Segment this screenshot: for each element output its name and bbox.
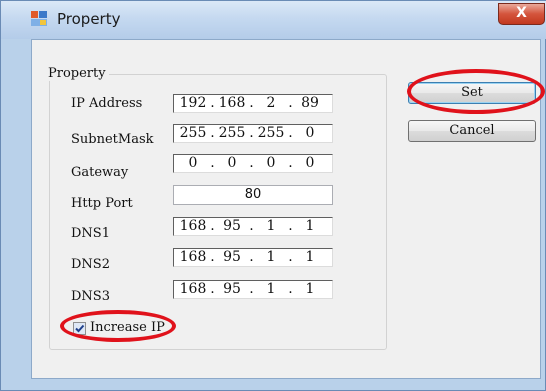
dns1-input[interactable]: 168. 95. 1. 1 <box>173 217 333 236</box>
increase-ip-checkbox[interactable] <box>73 322 86 335</box>
ip-address-label: IP Address <box>71 96 143 111</box>
dns2-label: DNS2 <box>71 257 110 272</box>
subnet-mask-input[interactable]: 255. 255. 255. 0 <box>173 124 333 143</box>
close-icon: X <box>516 5 527 21</box>
dns3-label: DNS3 <box>71 289 110 304</box>
increase-ip-label: Increase IP <box>90 320 165 335</box>
dns2-input[interactable]: 168. 95. 1. 1 <box>173 248 333 267</box>
window-title: Property <box>57 10 121 28</box>
dns1-label: DNS1 <box>71 226 110 241</box>
cancel-button[interactable]: Cancel <box>408 120 536 142</box>
set-button[interactable]: Set <box>408 82 536 104</box>
group-legend: Property <box>45 66 109 81</box>
ip-address-input[interactable]: 192. 168. 2. 89 <box>173 94 333 113</box>
title-bar[interactable]: Property X <box>1 1 546 39</box>
gateway-label: Gateway <box>71 165 129 180</box>
http-port-input[interactable]: 80 <box>173 185 333 205</box>
dialog-client-area: Property IP Address 192. 168. 2. 89 SubnetM… <box>31 39 545 379</box>
close-button[interactable]: X <box>498 3 545 25</box>
check-icon <box>75 324 85 333</box>
window-app-icon <box>31 11 47 26</box>
dns3-input[interactable]: 168. 95. 1. 1 <box>173 280 333 299</box>
subnet-mask-label: SubnetMask <box>71 132 154 147</box>
property-window: Property X Property IP Address 192. 168. 2… <box>0 0 546 391</box>
http-port-label: Http Port <box>71 196 133 211</box>
gateway-input[interactable]: 0.0.0.0 <box>173 154 333 173</box>
property-groupbox <box>49 74 387 350</box>
